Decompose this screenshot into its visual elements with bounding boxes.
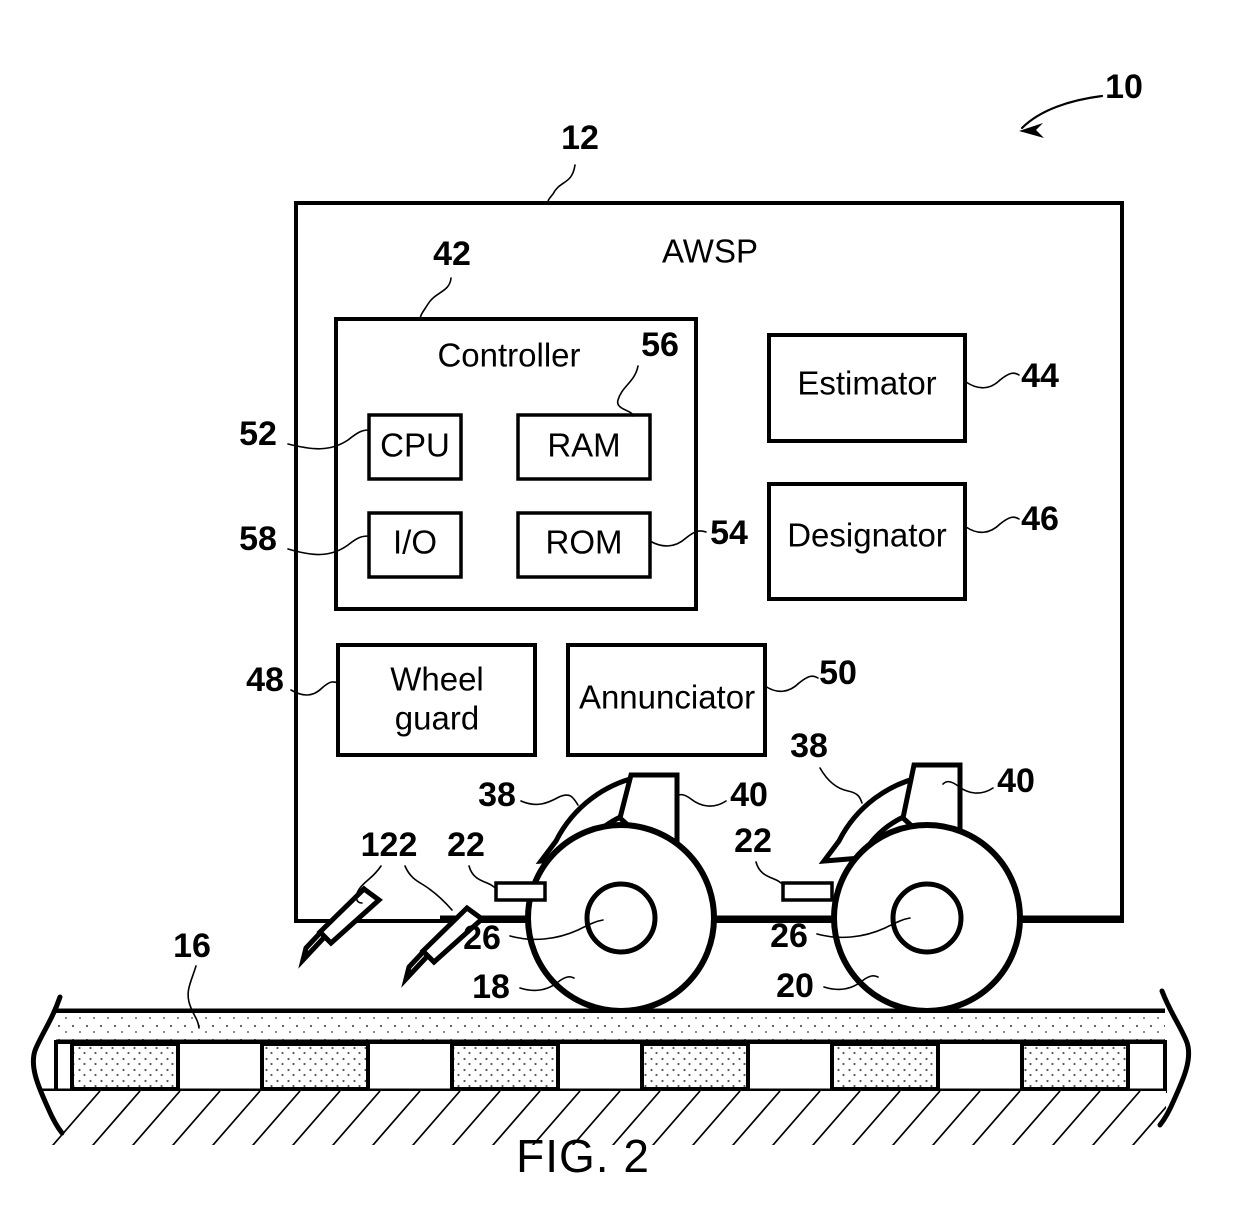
reference-numeral-52: 52 bbox=[239, 415, 277, 453]
rom-label: ROM bbox=[546, 524, 623, 561]
sensor-pad-left bbox=[494, 881, 547, 902]
cpu-label: CPU bbox=[380, 427, 450, 464]
reference-numeral-44: 44 bbox=[1021, 357, 1059, 395]
reference-numeral-54: 54 bbox=[710, 514, 748, 552]
wheel-rear-hub bbox=[890, 881, 964, 955]
reference-numeral-48: 48 bbox=[246, 661, 284, 699]
reference-numeral-16: 16 bbox=[173, 927, 211, 965]
reference-numeral-26-left: 26 bbox=[463, 919, 501, 957]
overall-arrow-curve bbox=[1020, 94, 1104, 130]
controller-title: Controller bbox=[437, 337, 580, 374]
io-label: I/O bbox=[393, 524, 437, 561]
reference-numeral-26-right: 26 bbox=[770, 917, 808, 955]
sensor-pad-right bbox=[781, 881, 834, 902]
wheel-front-hub bbox=[584, 881, 658, 955]
reference-numeral-22-right: 22 bbox=[734, 822, 772, 860]
ram-label: RAM bbox=[547, 427, 620, 464]
reference-numeral-56: 56 bbox=[641, 326, 679, 364]
reference-numeral-38-left: 38 bbox=[478, 776, 516, 814]
reference-numeral-10: 10 bbox=[1105, 68, 1143, 106]
wheel-guard-label-line2: guard bbox=[395, 700, 479, 737]
leader-12 bbox=[547, 164, 576, 205]
reference-numeral-46: 46 bbox=[1021, 500, 1059, 538]
wheel-guard-label-line1: Wheel bbox=[390, 661, 484, 698]
reference-numeral-12: 12 bbox=[561, 119, 599, 157]
reference-numeral-50: 50 bbox=[819, 654, 857, 692]
reference-numeral-40-left: 40 bbox=[730, 776, 768, 814]
rail-strip bbox=[56, 1013, 1165, 1041]
reference-numeral-40-right: 40 bbox=[997, 762, 1035, 800]
reference-numeral-20: 20 bbox=[776, 967, 814, 1005]
reference-numeral-58: 58 bbox=[239, 520, 277, 558]
reference-numeral-122: 122 bbox=[361, 826, 418, 864]
estimator-label: Estimator bbox=[797, 365, 936, 402]
awsp-title: AWSP bbox=[662, 233, 758, 270]
overall-arrowhead bbox=[1019, 123, 1044, 138]
reference-numeral-22-left: 22 bbox=[447, 826, 485, 864]
figure-canvas: AWSP Controller CPU RAM I/O ROM Estimato… bbox=[30, 68, 1192, 1182]
patent-figure-2: AWSP Controller CPU RAM I/O ROM Estimato… bbox=[0, 0, 1240, 1232]
tie-row bbox=[54, 1040, 1167, 1093]
figure-caption: FIG. 2 bbox=[516, 1130, 650, 1182]
designator-label: Designator bbox=[787, 517, 947, 554]
reference-numeral-42: 42 bbox=[433, 235, 471, 273]
reference-numeral-18: 18 bbox=[472, 968, 510, 1006]
annunciator-label: Annunciator bbox=[579, 679, 755, 716]
reference-numeral-38-right: 38 bbox=[790, 727, 828, 765]
